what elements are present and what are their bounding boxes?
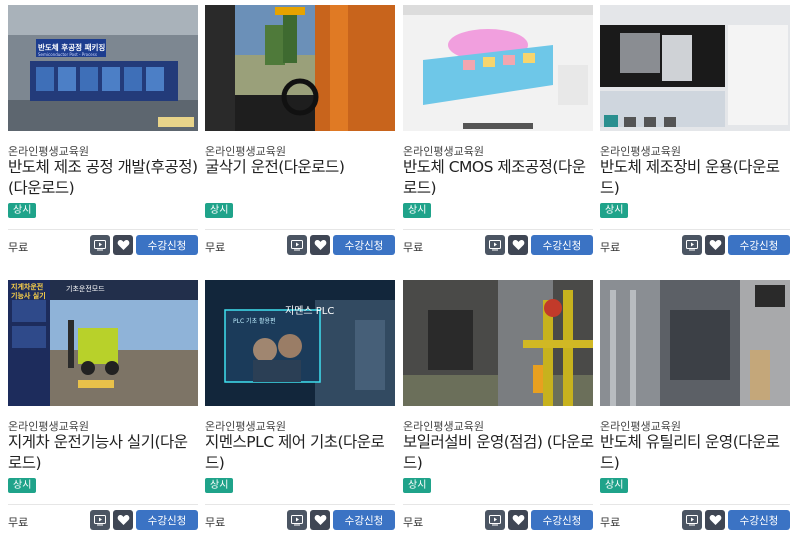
course-title[interactable]: 반도체 제조 공정 개발(후공정)(다운로드) [8,157,200,199]
course-thumbnail[interactable]: 지멘스 PLC PLC 기초 활용편 [205,280,395,406]
course-price: 무료 [403,516,424,529]
status-badge: 상시 [600,203,629,218]
wishlist-button[interactable] [508,510,528,530]
heart-icon [314,239,326,250]
preview-button[interactable] [287,235,307,255]
course-price: 무료 [8,241,29,254]
play-screen-icon [489,514,501,525]
card-divider [403,504,593,505]
card-divider [8,504,198,505]
card-divider [8,229,198,230]
status-badge: 상시 [600,478,629,493]
course-thumbnail[interactable]: 지게차운전 기능사 실기 기초운전모드 [8,280,198,406]
play-screen-icon [291,514,303,525]
course-thumbnail[interactable] [403,280,593,406]
course-title[interactable]: 반도체 CMOS 제조공정(다운로드) [403,157,595,199]
card-divider [205,229,395,230]
status-badge: 상시 [8,203,37,218]
wishlist-button[interactable] [310,510,330,530]
enroll-button[interactable]: 수강신청 [333,510,395,530]
wishlist-button[interactable] [113,235,133,255]
enroll-button[interactable]: 수강신청 [531,235,593,255]
thumbnail-subtitle: 기초운전모드 [66,285,105,293]
thumbnail-subtitle: Semiconductor Post - Process [38,52,97,57]
play-screen-icon [489,239,501,250]
course-title[interactable]: 굴삭기 운전(다운로드) [205,157,397,178]
play-screen-icon [94,514,106,525]
thumbnail-subtitle: PLC 기초 활용편 [233,318,276,325]
preview-button[interactable] [90,235,110,255]
heart-icon [512,239,524,250]
card-divider [205,504,395,505]
course-title[interactable]: 지멘스PLC 제어 기초(다운로드) [205,432,397,474]
status-badge: 상시 [403,203,432,218]
course-title[interactable]: 지게차 운전기능사 실기(다운로드) [8,432,200,474]
course-thumbnail[interactable] [600,280,790,406]
status-badge: 상시 [205,478,234,493]
thumbnail-title: 지게차운전 기능사 실기 [11,283,46,300]
course-thumbnail[interactable] [205,5,395,131]
card-divider [600,504,790,505]
course-thumbnail[interactable] [403,5,593,131]
heart-icon [709,239,721,250]
status-badge: 상시 [403,478,432,493]
heart-icon [512,514,524,525]
course-price: 무료 [205,241,226,254]
enroll-button[interactable]: 수강신청 [333,235,395,255]
heart-icon [117,514,129,525]
course-title[interactable]: 반도체 제조장비 운용(다운로드) [600,157,792,199]
thumbnail-title: 지멘스 PLC [285,306,335,317]
wishlist-button[interactable] [508,235,528,255]
preview-button[interactable] [485,510,505,530]
play-screen-icon [686,514,698,525]
wishlist-button[interactable] [113,510,133,530]
course-thumbnail[interactable]: 반도체 후공정 패키징 Semiconductor Post - Process [8,5,198,131]
preview-button[interactable] [485,235,505,255]
enroll-button[interactable]: 수강신청 [728,235,790,255]
enroll-button[interactable]: 수강신청 [136,510,198,530]
heart-icon [709,514,721,525]
play-screen-icon [94,239,106,250]
enroll-button[interactable]: 수강신청 [728,510,790,530]
play-screen-icon [291,239,303,250]
status-badge: 상시 [8,478,37,493]
card-divider [600,229,790,230]
preview-button[interactable] [682,510,702,530]
course-title[interactable]: 반도체 유틸리티 운영(다운로드) [600,432,792,474]
status-badge: 상시 [205,203,234,218]
course-thumbnail[interactable] [600,5,790,131]
course-title[interactable]: 보일러설비 운영(점검) (다운로드) [403,432,595,474]
course-price: 무료 [600,516,621,529]
card-divider [403,229,593,230]
enroll-button[interactable]: 수강신청 [531,510,593,530]
preview-button[interactable] [90,510,110,530]
heart-icon [314,514,326,525]
course-price: 무료 [600,241,621,254]
heart-icon [117,239,129,250]
wishlist-button[interactable] [705,510,725,530]
course-price: 무료 [8,516,29,529]
play-screen-icon [686,239,698,250]
course-price: 무료 [205,516,226,529]
wishlist-button[interactable] [705,235,725,255]
preview-button[interactable] [287,510,307,530]
course-price: 무료 [403,241,424,254]
wishlist-button[interactable] [310,235,330,255]
enroll-button[interactable]: 수강신청 [136,235,198,255]
preview-button[interactable] [682,235,702,255]
